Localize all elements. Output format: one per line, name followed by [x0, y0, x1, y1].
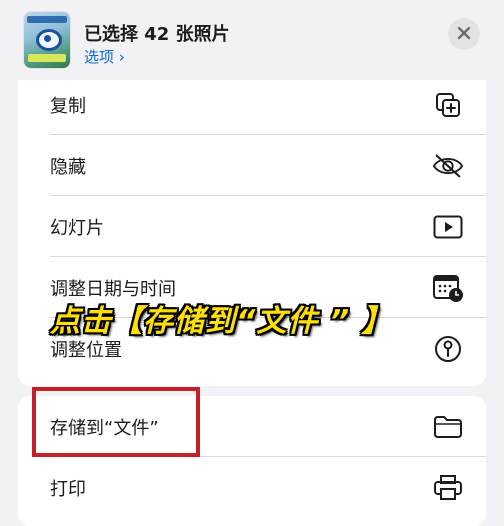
folder-icon [432, 411, 464, 443]
menu-item-label: 打印 [50, 478, 86, 500]
highlight-box [32, 387, 200, 457]
menu-item-label: 隐藏 [50, 156, 86, 178]
selection-title: 已选择 42 张照片 [84, 24, 230, 45]
menu-item-label: 幻灯片 [50, 217, 104, 239]
location-pin-icon [432, 333, 464, 365]
menu-item-print[interactable]: 打印 [18, 457, 486, 518]
printer-icon [432, 472, 464, 504]
copy-icon [432, 89, 464, 121]
menu-item-copy[interactable]: 复制 [18, 80, 486, 135]
options-link[interactable]: 选项 › [84, 46, 125, 67]
play-icon [432, 211, 464, 243]
eye-slash-icon [432, 150, 464, 182]
menu-item-label: 复制 [50, 95, 86, 117]
calendar-clock-icon [432, 272, 464, 304]
menu-item-slideshow[interactable]: 幻灯片 [18, 196, 486, 257]
actions-group-primary: 复制 隐藏 幻灯片 调整日期与时间 调整位置 [18, 80, 486, 386]
close-icon [457, 25, 471, 44]
close-button[interactable] [448, 18, 480, 50]
share-sheet-header: 已选择 42 张照片 选项 › [0, 0, 504, 84]
tutorial-callout: 点击【存储到“文件 ” 】 [50, 304, 393, 339]
menu-item-hide[interactable]: 隐藏 [18, 135, 486, 196]
photo-thumbnail [24, 12, 70, 68]
